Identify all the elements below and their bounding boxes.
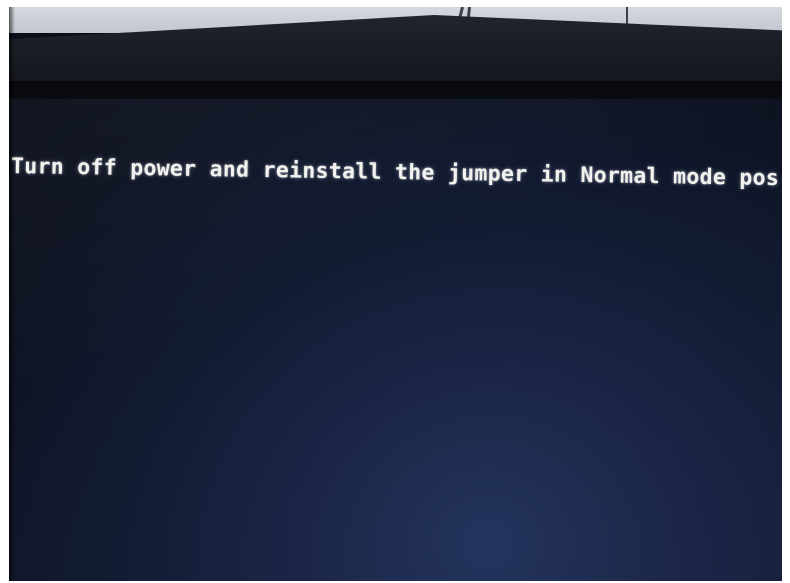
monitor-screen: Turn off power and reinstall the jumper … <box>9 99 782 581</box>
photo-edge-shadow <box>9 7 15 581</box>
monitor-photo: Turn off power and reinstall the jumper … <box>9 7 782 581</box>
photo-frame: Turn off power and reinstall the jumper … <box>0 0 790 583</box>
